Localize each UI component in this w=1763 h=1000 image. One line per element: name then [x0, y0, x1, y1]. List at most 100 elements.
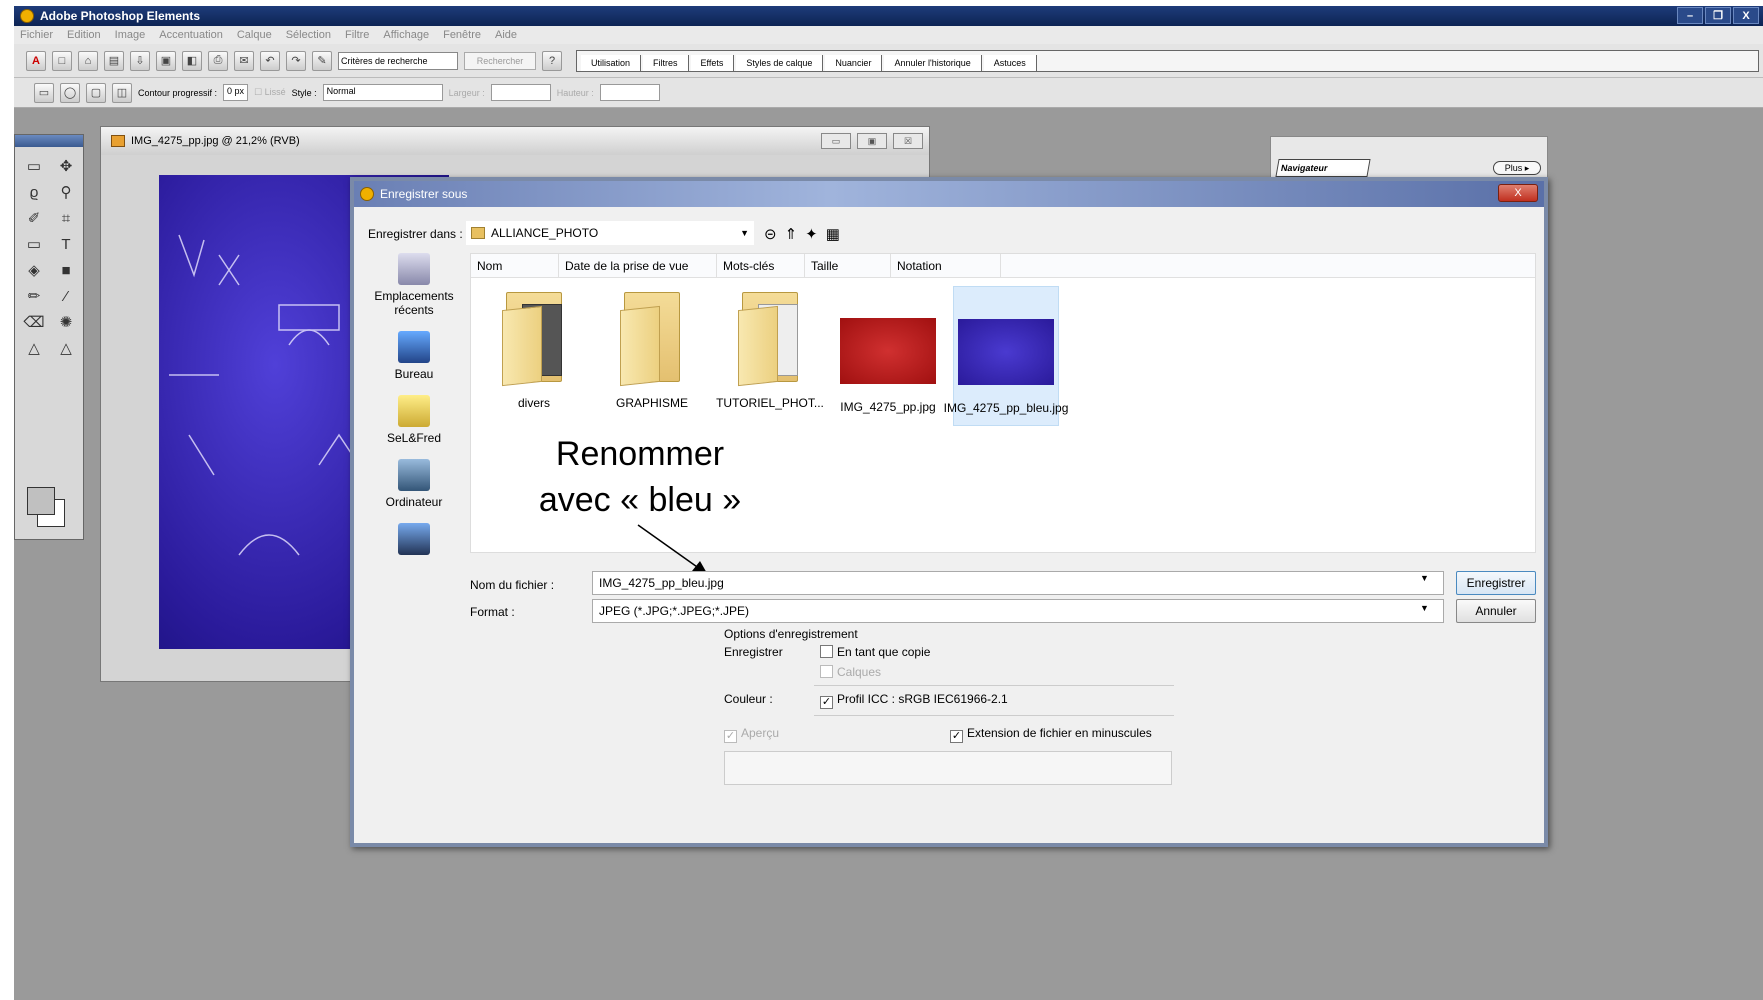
redo-icon[interactable]: ↷	[286, 50, 306, 71]
icc-option[interactable]: ✓ Profil ICC : sRGB IEC61966-2.1	[820, 692, 1008, 709]
save-in-select[interactable]: ALLIANCE_PHOTO ▼	[466, 221, 754, 245]
as-copy-option[interactable]: En tant que copie	[820, 645, 930, 659]
menu-selection[interactable]: Sélection	[286, 29, 331, 41]
place-user[interactable]: SeL&Fred	[362, 395, 466, 445]
view-menu-icon[interactable]: ▦	[826, 225, 840, 243]
save-button[interactable]: Enregistrer	[1456, 571, 1536, 595]
height-input[interactable]	[599, 84, 660, 101]
filename-dropdown-icon[interactable]: ▼	[1420, 573, 1429, 583]
blur-tool-icon[interactable]: △	[21, 337, 47, 359]
rect-marquee-icon[interactable]: ▭	[34, 82, 54, 103]
col-name[interactable]: Nom	[471, 254, 559, 277]
col-rating[interactable]: Notation	[891, 254, 1001, 277]
col-keywords[interactable]: Mots-clés	[717, 254, 805, 277]
menu-fichier[interactable]: Fichier	[20, 29, 53, 41]
minimize-icon[interactable]: –	[1677, 7, 1703, 24]
antialias-checkbox[interactable]: ☐ Lissé	[254, 87, 286, 98]
tab-nuancier[interactable]: Nuancier	[825, 54, 883, 71]
menu-accentuation[interactable]: Accentuation	[159, 29, 223, 41]
menu-edition[interactable]: Edition	[67, 29, 101, 41]
menu-calque[interactable]: Calque	[237, 29, 272, 41]
open-icon[interactable]: ⌂	[78, 50, 98, 71]
up-folder-icon[interactable]: ⇑	[785, 225, 798, 243]
menu-fenetre[interactable]: Fenêtre	[443, 29, 481, 41]
as-copy-checkbox[interactable]	[820, 645, 833, 658]
bucket-tool-icon[interactable]: ◈	[21, 259, 47, 281]
menu-affichage[interactable]: Affichage	[383, 29, 429, 41]
tab-filtres[interactable]: Filtres	[643, 54, 689, 71]
tab-effets[interactable]: Effets	[690, 54, 735, 71]
dialog-close-icon[interactable]: X	[1498, 184, 1538, 202]
crop-tool-icon[interactable]: ⌗	[53, 207, 79, 229]
restore-icon[interactable]: ❐	[1705, 7, 1731, 24]
search-input[interactable]: Critères de recherche	[338, 51, 458, 70]
sharpen-tool-icon[interactable]: △	[53, 337, 79, 359]
brush-select-icon[interactable]: ✐	[21, 207, 47, 229]
more-button[interactable]: Plus ▸	[1493, 161, 1541, 175]
cancel-button[interactable]: Annuler	[1456, 599, 1536, 623]
close-icon[interactable]: X	[1733, 7, 1759, 24]
search-button[interactable]: Rechercher	[464, 51, 536, 70]
new-folder-icon[interactable]: ✦	[805, 225, 818, 243]
shape-tool-icon[interactable]: ▭	[21, 233, 47, 255]
eraser-tool-icon[interactable]: ⌫	[21, 311, 47, 333]
gradient-tool-icon[interactable]: ■	[53, 259, 79, 281]
list-item[interactable]: IMG_4275_pp.jpg	[835, 286, 941, 426]
save-icon[interactable]: ▣	[156, 50, 176, 71]
brush-tool-icon[interactable]: ⁄	[53, 285, 79, 307]
place-desktop[interactable]: Bureau	[362, 331, 466, 381]
text-tool-icon[interactable]: T	[53, 233, 79, 255]
list-item[interactable]: TUTORIEL_PHOT...	[716, 286, 824, 426]
tab-utilisation[interactable]: Utilisation	[581, 54, 642, 71]
doc-close-icon[interactable]: ☒	[893, 133, 923, 149]
pencil-tool-icon[interactable]: ✏	[21, 285, 47, 307]
tab-historique[interactable]: Annuler l'historique	[884, 54, 982, 71]
place-network[interactable]	[362, 523, 466, 559]
style-select[interactable]: Normal	[322, 84, 443, 101]
navigator-tab[interactable]: Navigateur	[1275, 159, 1371, 177]
import-icon[interactable]: ⇩	[130, 50, 150, 71]
doc-minimize-icon[interactable]: ▭	[821, 133, 851, 149]
format-select[interactable]: JPEG (*.JPG;*.JPEG;*.JPE)	[592, 599, 1444, 623]
ellipse-marquee-icon[interactable]: ◯	[60, 82, 80, 103]
adobe-icon[interactable]: A	[26, 50, 46, 71]
help-icon[interactable]: ?	[542, 50, 562, 71]
add-selection-icon[interactable]: ◫	[112, 82, 132, 103]
back-icon[interactable]: ⊝	[764, 225, 777, 243]
width-input[interactable]	[490, 84, 551, 101]
lasso-tool-icon[interactable]: ϱ	[21, 181, 47, 203]
format-dropdown-icon[interactable]: ▼	[1420, 603, 1429, 613]
doc-maximize-icon[interactable]: ▣	[857, 133, 887, 149]
move-tool-icon[interactable]: ✥	[53, 155, 79, 177]
marquee-tool-icon[interactable]: ▭	[21, 155, 47, 177]
quickfix-icon[interactable]: ✎	[312, 50, 332, 71]
undo-icon[interactable]: ↶	[260, 50, 280, 71]
new-selection-icon[interactable]: ▢	[86, 82, 106, 103]
place-recent[interactable]: Emplacements récents	[362, 253, 466, 317]
col-date[interactable]: Date de la prise de vue	[559, 254, 717, 277]
email-icon[interactable]: ✉	[234, 50, 254, 71]
browse-icon[interactable]: ▤	[104, 50, 124, 71]
list-item[interactable]: divers	[481, 286, 587, 426]
menu-aide[interactable]: Aide	[495, 29, 517, 41]
menu-image[interactable]: Image	[115, 29, 146, 41]
menu-filtre[interactable]: Filtre	[345, 29, 369, 41]
place-computer[interactable]: Ordinateur	[362, 459, 466, 509]
foreground-color-swatch[interactable]	[27, 487, 55, 515]
tab-astuces[interactable]: Astuces	[983, 54, 1037, 71]
lowercase-ext-option[interactable]: ✓ Extension de fichier en minuscules	[950, 726, 1152, 743]
magic-wand-icon[interactable]: ⚲	[53, 181, 79, 203]
impressionist-icon[interactable]: ✺	[53, 311, 79, 333]
print-icon[interactable]: ⎙	[208, 50, 228, 71]
icc-checkbox[interactable]: ✓	[820, 696, 833, 709]
list-item-selected[interactable]: IMG_4275_pp_bleu.jpg	[944, 286, 1068, 426]
feather-input[interactable]: 0 px	[223, 84, 249, 101]
tab-styles-calque[interactable]: Styles de calque	[736, 54, 824, 71]
list-item[interactable]: GRAPHISME	[599, 286, 705, 426]
save-web-icon[interactable]: ◧	[182, 50, 202, 71]
filename-input[interactable]: IMG_4275_pp_bleu.jpg	[592, 571, 1444, 595]
color-swatches[interactable]	[27, 487, 65, 527]
col-size[interactable]: Taille	[805, 254, 891, 277]
new-icon[interactable]: □	[52, 50, 72, 71]
lowercase-ext-checkbox[interactable]: ✓	[950, 730, 963, 743]
